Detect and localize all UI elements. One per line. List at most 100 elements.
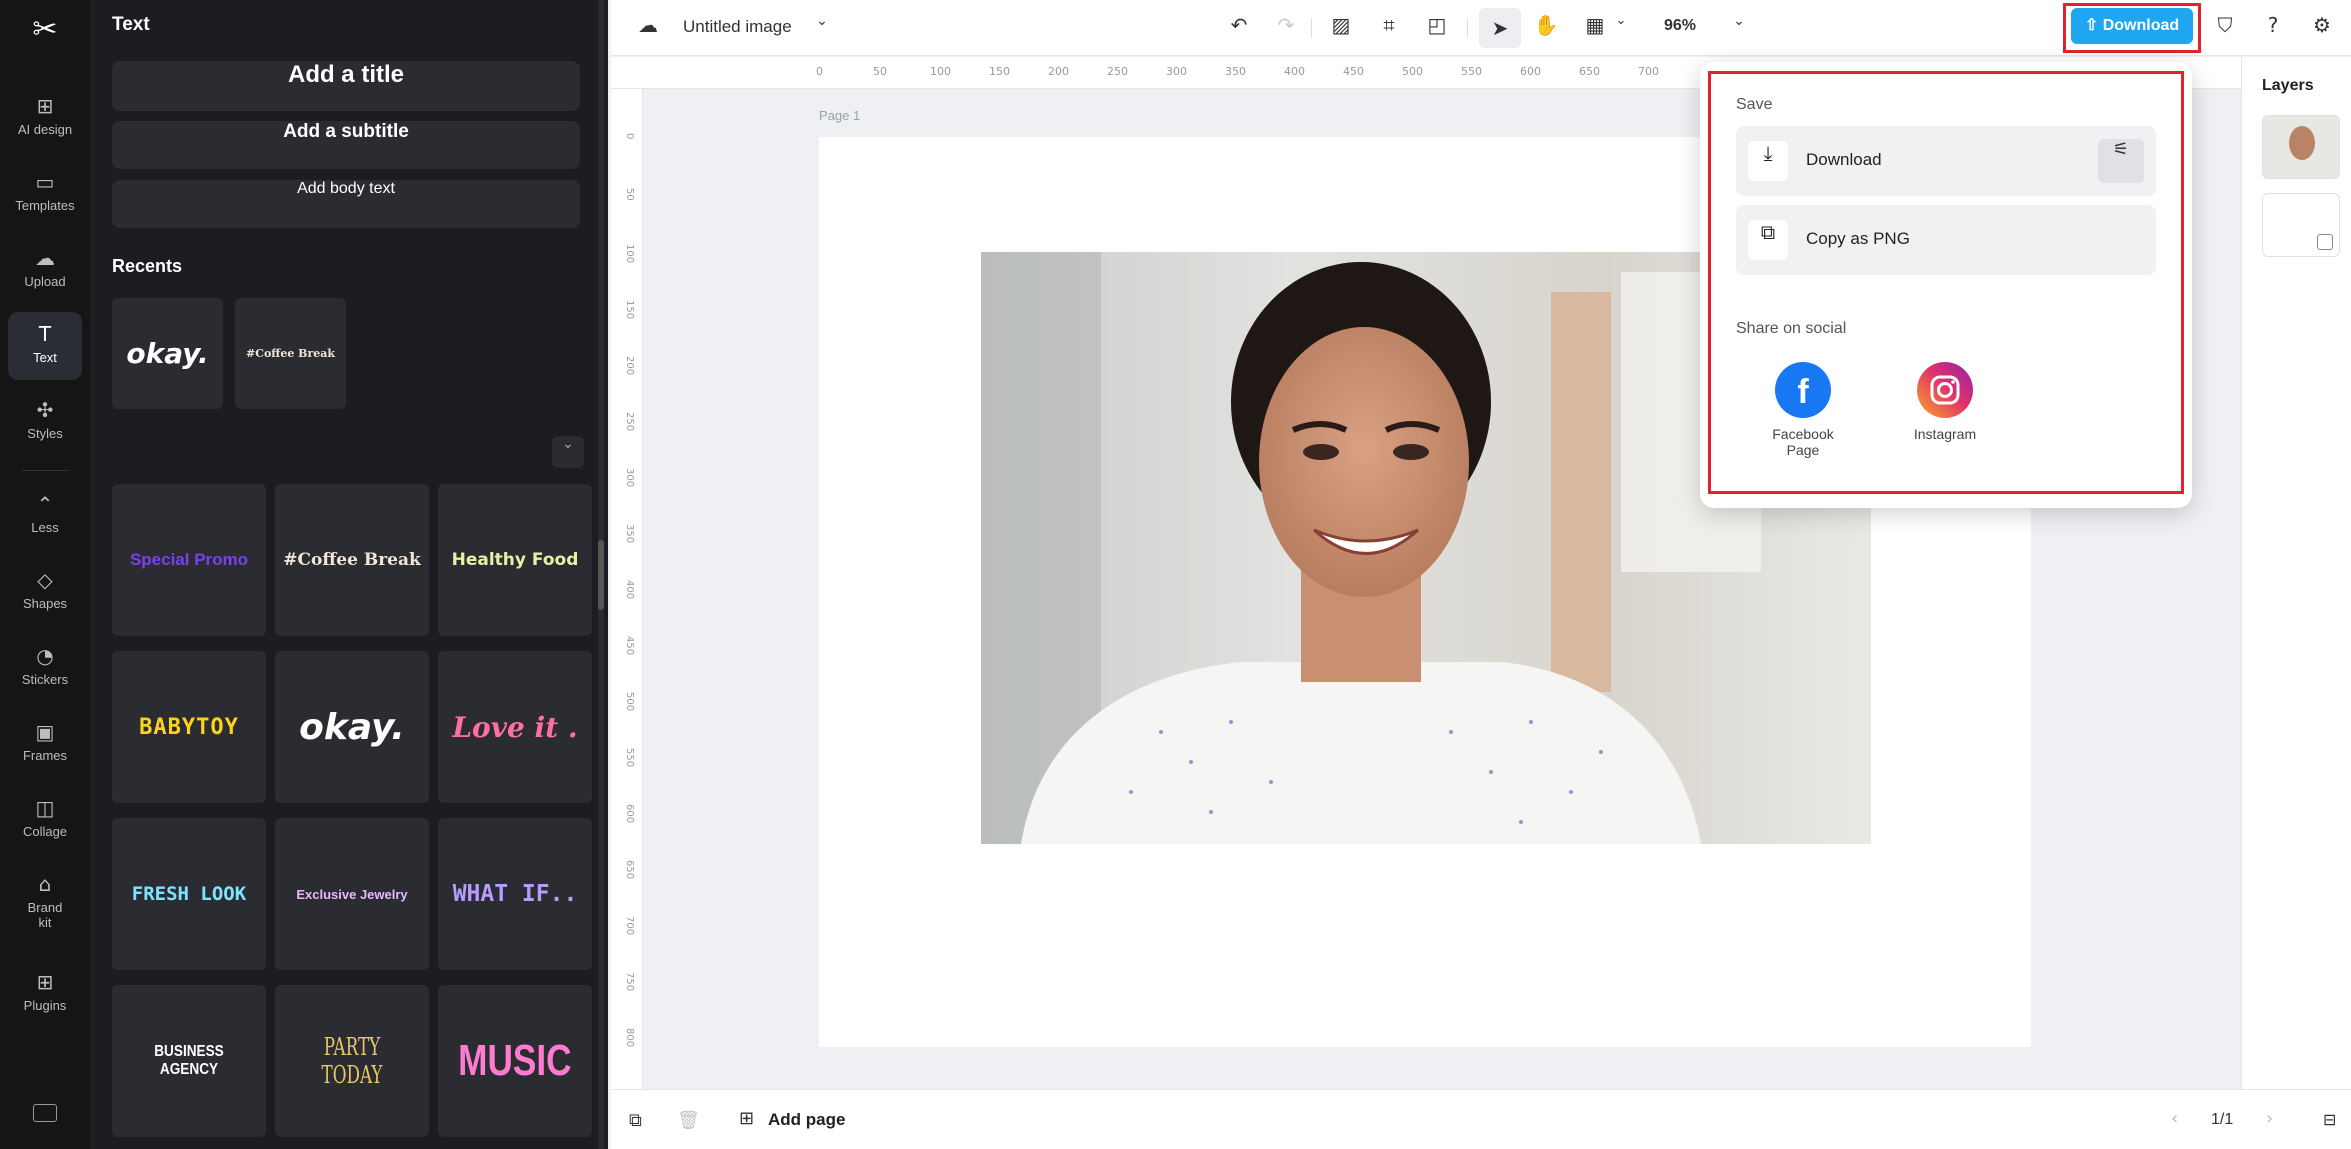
toolbar-divider bbox=[1467, 18, 1468, 38]
rail-item-brand-kit[interactable]: ⌂ Brand kit bbox=[8, 862, 82, 944]
settings-gear-icon[interactable]: ⚙ bbox=[2307, 13, 2337, 43]
rail-label: Collage bbox=[22, 824, 68, 839]
text-style-preview: BUSINESS AGENCY bbox=[154, 1043, 224, 1078]
text-style-tile[interactable]: FRESH LOOK bbox=[112, 818, 266, 970]
frames-icon: ▣ bbox=[35, 720, 55, 744]
highlight-box bbox=[2063, 3, 2201, 53]
text-style-preview: #Coffee Break bbox=[283, 550, 421, 570]
chevron-down-icon[interactable]: ⌄ bbox=[1724, 13, 1754, 43]
nav-rail: ✂ ⊞ AI design ▭ Templates ☁ Upload T Tex… bbox=[0, 0, 90, 1149]
text-style-tile[interactable]: WHAT IF.. bbox=[438, 818, 592, 970]
rail-item-styles[interactable]: ✣ Styles bbox=[8, 388, 82, 456]
text-style-preview: Exclusive Jewelry bbox=[296, 886, 408, 902]
recent-text-style[interactable]: okay. bbox=[112, 298, 223, 409]
rail-item-text[interactable]: T Text bbox=[8, 312, 82, 380]
keyboard-shortcuts-icon[interactable] bbox=[33, 1104, 57, 1122]
rail-item-templates[interactable]: ▭ Templates bbox=[8, 160, 82, 228]
rail-item-collage[interactable]: ◫ Collage bbox=[8, 786, 82, 854]
ruler-tick-label: 500 bbox=[624, 692, 635, 712]
text-style-preview: PARTY TODAY bbox=[321, 1033, 383, 1089]
ruler-tick-label: 50 bbox=[873, 65, 887, 78]
chevron-down-icon[interactable]: ⌄ bbox=[807, 13, 837, 43]
text-icon: T bbox=[38, 322, 52, 346]
layer-thumbnail-photo[interactable] bbox=[2262, 115, 2340, 179]
cloud-save-icon[interactable]: ☁ bbox=[633, 13, 663, 43]
ruler-tick-label: 350 bbox=[1225, 65, 1246, 78]
ruler-tick-label: 250 bbox=[624, 412, 635, 432]
text-panel: Text Add a title Add a subtitle Add body… bbox=[90, 0, 608, 1149]
next-page-icon[interactable]: › bbox=[2266, 1108, 2273, 1129]
rail-divider bbox=[22, 470, 68, 471]
remove-background-icon[interactable]: ▨ bbox=[1326, 13, 1356, 43]
layers-panel: Layers bbox=[2241, 57, 2351, 1089]
ruler-tick-label: 550 bbox=[624, 748, 635, 768]
select-pointer-icon[interactable]: ➤ bbox=[1479, 8, 1521, 48]
ruler-tick-label: 200 bbox=[1048, 65, 1069, 78]
ruler-tick-label: 650 bbox=[624, 860, 635, 880]
rail-label: Brand kit bbox=[27, 900, 63, 930]
crop-icon[interactable]: ⌗ bbox=[1374, 13, 1404, 43]
chevron-down-icon[interactable]: ⌄ bbox=[1606, 13, 1636, 43]
ruler-tick-label: 250 bbox=[1107, 65, 1128, 78]
page-label: Page 1 bbox=[819, 108, 861, 123]
rail-item-shapes[interactable]: ◇ Shapes bbox=[8, 558, 82, 626]
trash-icon[interactable]: 🗑 bbox=[677, 1110, 700, 1131]
redo-icon[interactable]: ↷ bbox=[1271, 13, 1301, 43]
resize-icon[interactable]: ◰ bbox=[1422, 13, 1452, 43]
ruler-tick-label: 500 bbox=[1402, 65, 1423, 78]
text-style-preview: okay. bbox=[299, 706, 405, 748]
collapse-panel-icon[interactable]: ⊟ bbox=[2323, 1110, 2336, 1129]
rail-item-stickers[interactable]: ◔ Stickers bbox=[8, 634, 82, 702]
layer-thumbnail-page[interactable] bbox=[2262, 193, 2340, 257]
duplicate-page-icon[interactable]: ⧉ bbox=[629, 1110, 642, 1131]
add-page-icon[interactable]: ⊞ bbox=[739, 1108, 754, 1129]
text-style-tile[interactable]: BABYTOY bbox=[112, 651, 266, 803]
recent-text-preview: okay. bbox=[126, 337, 209, 370]
shield-icon[interactable]: ⛉ bbox=[2210, 13, 2240, 43]
add-title-button[interactable]: Add a title bbox=[112, 61, 580, 111]
text-style-tile[interactable]: Exclusive Jewelry bbox=[275, 818, 429, 970]
capcut-logo-icon[interactable]: ✂ bbox=[25, 10, 65, 50]
rail-label: Frames bbox=[22, 748, 68, 763]
text-style-tile[interactable]: Love it . bbox=[438, 651, 592, 803]
add-body-text-button[interactable]: Add body text bbox=[112, 180, 580, 228]
rail-item-frames[interactable]: ▣ Frames bbox=[8, 710, 82, 778]
rail-label: Styles bbox=[27, 426, 63, 441]
ruler-tick-label: 0 bbox=[816, 65, 823, 78]
rail-item-less[interactable]: ⌃ Less bbox=[8, 482, 82, 550]
add-page-button[interactable]: Add page bbox=[768, 1110, 845, 1130]
document-title[interactable]: Untitled image bbox=[683, 17, 792, 37]
help-icon[interactable]: ? bbox=[2258, 13, 2288, 43]
rail-item-plugins[interactable]: ⊞ Plugins bbox=[8, 960, 82, 1028]
collage-icon: ◫ bbox=[35, 796, 55, 820]
zoom-level[interactable]: 96% bbox=[1664, 17, 1696, 35]
styles-icon: ✣ bbox=[36, 398, 54, 422]
text-style-tile[interactable]: MUSIC bbox=[438, 985, 592, 1137]
ruler-tick-label: 300 bbox=[624, 468, 635, 488]
chevron-down-icon[interactable]: ⌄ bbox=[552, 436, 584, 468]
text-style-tile[interactable]: BUSINESS AGENCY bbox=[112, 985, 266, 1137]
text-style-tile[interactable]: Special Promo bbox=[112, 484, 266, 636]
plugins-icon: ⊞ bbox=[36, 970, 54, 994]
ruler-tick-label: 200 bbox=[624, 356, 635, 376]
text-style-tile[interactable]: PARTY TODAY bbox=[275, 985, 429, 1137]
text-style-tile[interactable]: okay. bbox=[275, 651, 429, 803]
ruler-vertical: 0 50 100 150 200 250 300 350 400 450 500… bbox=[611, 89, 643, 1089]
panel-scrollbar[interactable] bbox=[598, 0, 604, 1149]
text-style-preview: MUSIC bbox=[458, 1036, 572, 1085]
rail-item-upload[interactable]: ☁ Upload bbox=[8, 236, 82, 304]
ruler-tick-label: 50 bbox=[624, 188, 635, 201]
rail-label: Upload bbox=[24, 274, 66, 289]
stickers-icon: ◔ bbox=[36, 644, 54, 668]
brand-kit-icon: ⌂ bbox=[38, 872, 52, 896]
rail-item-ai-design[interactable]: ⊞ AI design bbox=[8, 84, 82, 152]
hand-pan-icon[interactable]: ✋ bbox=[1531, 13, 1561, 43]
add-subtitle-button[interactable]: Add a subtitle bbox=[112, 121, 580, 169]
prev-page-icon[interactable]: ‹ bbox=[2171, 1108, 2178, 1129]
text-style-preview: FRESH LOOK bbox=[131, 883, 247, 905]
undo-icon[interactable]: ↶ bbox=[1224, 13, 1254, 43]
text-style-tile[interactable]: #Coffee Break bbox=[275, 484, 429, 636]
ruler-tick-label: 100 bbox=[624, 244, 635, 264]
text-style-tile[interactable]: Healthy Food bbox=[438, 484, 592, 636]
recent-text-style[interactable]: #Coffee Break bbox=[235, 298, 346, 409]
